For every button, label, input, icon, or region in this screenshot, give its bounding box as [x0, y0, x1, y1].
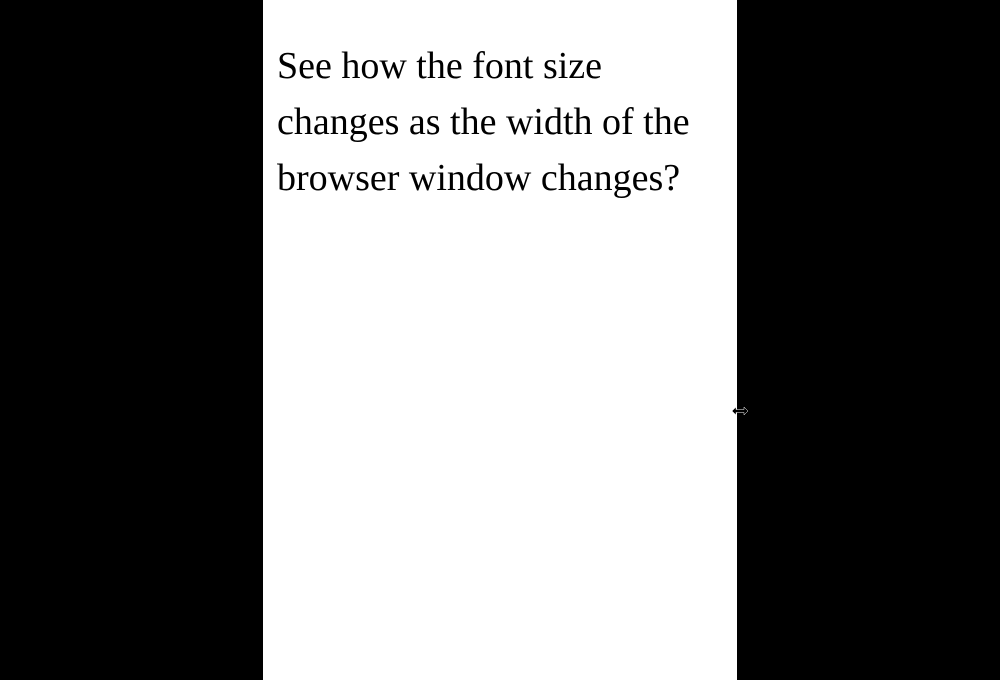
- browser-window: See how the font size changes as the wid…: [263, 0, 737, 680]
- page-text: See how the font size changes as the wid…: [277, 38, 723, 207]
